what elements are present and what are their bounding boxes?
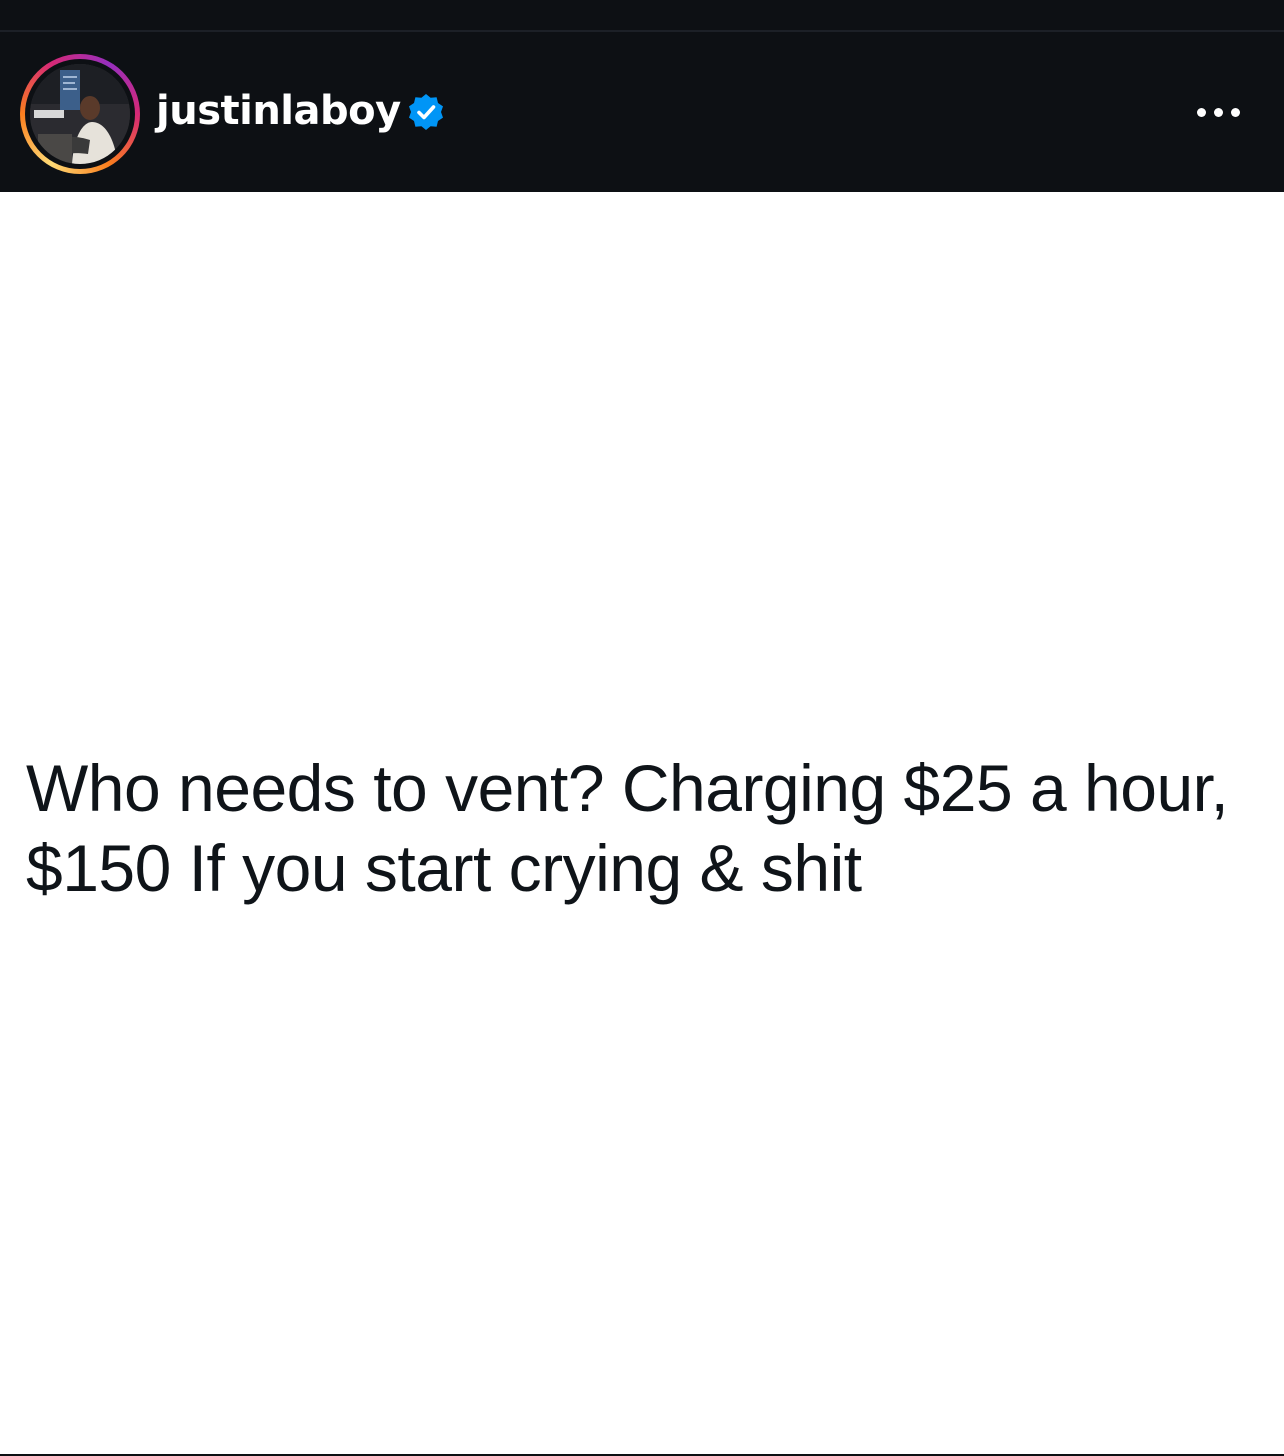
- username[interactable]: justinlaboy: [156, 86, 401, 136]
- more-options-icon-dot: [1230, 107, 1240, 117]
- more-options-icon-dot: [1213, 107, 1223, 117]
- story-ring[interactable]: [20, 54, 140, 174]
- instagram-post-screen: justinlaboy Who needs to vent? Charging …: [0, 0, 1284, 1456]
- post-image[interactable]: Who needs to vent? Charging $25 a hour, …: [0, 192, 1284, 1454]
- avatar-photo: [30, 64, 130, 164]
- verified-badge-icon: [409, 94, 443, 130]
- post-text-line: $150 If you start crying & shit: [26, 831, 862, 905]
- post-text: Who needs to vent? Charging $25 a hour, …: [26, 748, 1266, 908]
- more-options-button[interactable]: [1188, 90, 1248, 134]
- post-text-line: Who needs to vent? Charging $25 a hour,: [26, 751, 1229, 825]
- post-header: justinlaboy: [0, 32, 1284, 192]
- avatar[interactable]: [30, 64, 130, 164]
- more-options-icon: [1196, 107, 1206, 117]
